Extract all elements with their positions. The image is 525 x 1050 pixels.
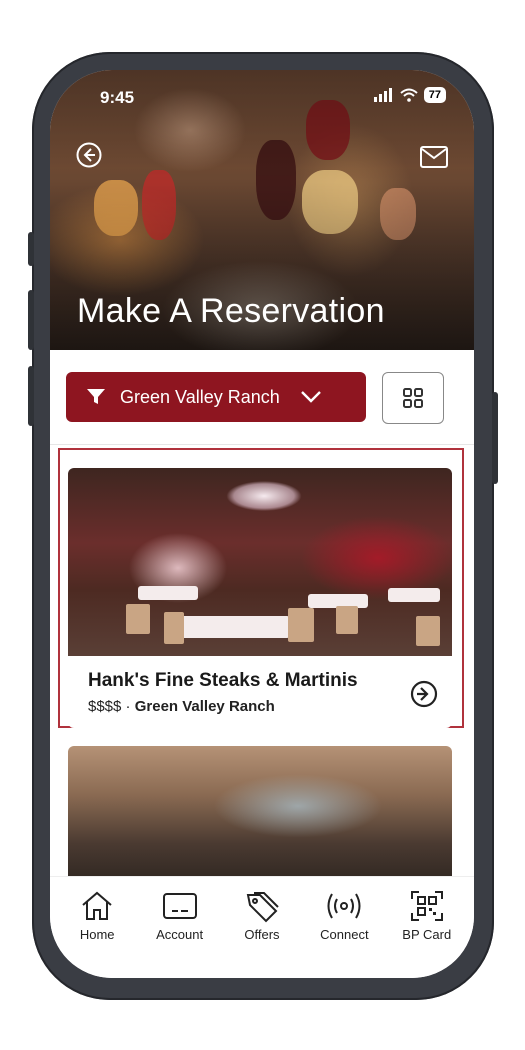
tab-bp-card[interactable]: BP Card <box>389 877 465 978</box>
volume-down-button <box>28 366 34 426</box>
status-time: 9:45 <box>100 88 135 107</box>
volume-up-button <box>28 290 34 350</box>
restaurant-card-photo[interactable] <box>68 746 452 886</box>
filter-icon <box>87 389 105 404</box>
home-icon <box>82 891 112 920</box>
tab-label-account: Account <box>156 927 204 942</box>
restaurant-price: $$$$ <box>88 698 122 715</box>
restaurant-photo <box>68 468 452 656</box>
restaurant-location: Green Valley Ranch <box>134 698 275 715</box>
tab-home[interactable]: Home <box>59 877 135 978</box>
card-icon <box>162 893 197 919</box>
table-image <box>388 588 440 602</box>
tab-offers[interactable]: Offers <box>224 877 300 978</box>
divider <box>50 444 474 445</box>
tab-label-home: Home <box>79 927 115 942</box>
chair-image <box>164 612 184 644</box>
mute-switch <box>28 232 34 266</box>
page-title: Make A Reservation <box>77 292 385 330</box>
chair-image <box>416 616 440 646</box>
tab-label-offers: Offers <box>244 927 280 942</box>
bottom-tab-bar: Home Account Offers Connect BP Card <box>50 876 474 978</box>
tab-label-bp-card: BP Card <box>402 927 452 942</box>
wifi-icon <box>400 88 418 102</box>
tag-icon <box>246 892 279 923</box>
tab-account[interactable]: Account <box>142 877 218 978</box>
arrow-right-circle-icon[interactable] <box>410 680 438 708</box>
broadcast-icon <box>327 893 361 919</box>
battery-indicator: 77 <box>423 87 446 103</box>
location-filter-dropdown[interactable]: Green Valley Ranch <box>66 372 366 422</box>
tab-connect[interactable]: Connect <box>306 877 382 978</box>
chair-image <box>288 608 314 642</box>
meta-separator: · <box>121 698 135 715</box>
grid-view-button[interactable] <box>382 372 444 424</box>
qr-icon <box>410 891 443 921</box>
restaurant-card[interactable]: Hank's Fine Steaks & Martinis $$$$ · Gre… <box>68 468 452 728</box>
power-button <box>492 392 498 484</box>
chair-image <box>336 606 358 634</box>
tab-label-connect: Connect <box>320 927 369 942</box>
chevron-down-icon <box>300 391 321 403</box>
signal-icon <box>373 88 392 102</box>
app-screen: 9:45 77 Make A Reservation Green Valley … <box>50 70 474 978</box>
table-image <box>180 616 290 638</box>
back-arrow-icon[interactable] <box>76 142 102 168</box>
restaurant-name: Hank's Fine Steaks & Martinis <box>88 670 358 691</box>
location-filter-label: Green Valley Ranch <box>120 386 280 407</box>
restaurant-meta: $$$$ · Green Valley Ranch <box>88 698 275 715</box>
hero-banner: 9:45 77 Make A Reservation <box>50 70 474 350</box>
table-image <box>138 586 198 600</box>
chair-image <box>126 604 150 634</box>
status-icons: 77 <box>373 87 446 103</box>
grid-icon <box>403 388 423 408</box>
mail-icon[interactable] <box>420 146 448 168</box>
